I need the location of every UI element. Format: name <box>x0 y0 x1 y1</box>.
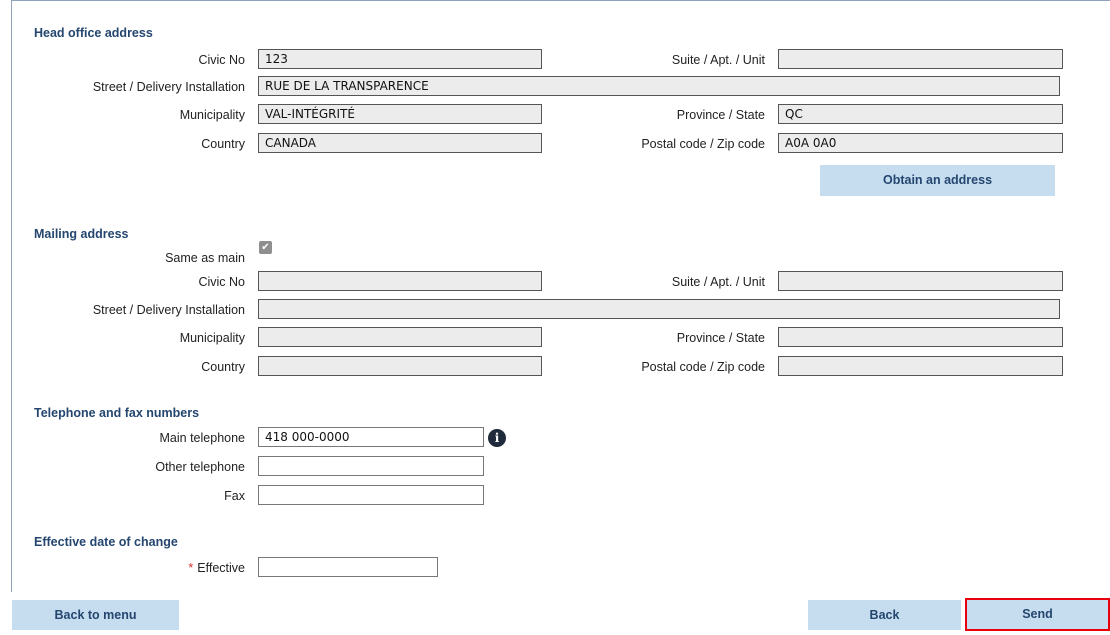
province-label: Province / State <box>676 108 765 122</box>
back-to-menu-button[interactable]: Back to menu <box>12 600 179 630</box>
postal-label: Postal code / Zip code <box>641 137 765 151</box>
effective-title: Effective date of change <box>34 535 178 549</box>
effective-label: * Effective <box>40 561 245 575</box>
effective-date-field[interactable] <box>258 557 438 577</box>
phones-title: Telephone and fax numbers <box>34 406 200 420</box>
mailing-title: Mailing address <box>34 227 129 241</box>
fax-label: Fax <box>224 489 245 503</box>
back-button[interactable]: Back <box>808 600 961 630</box>
other-telephone-field[interactable] <box>258 456 484 476</box>
other-telephone-label: Other telephone <box>155 460 245 474</box>
effective-label-text: Effective <box>197 561 245 575</box>
fax-field[interactable] <box>258 485 484 505</box>
country-field[interactable]: CANADA <box>258 133 542 153</box>
civic-label: Civic No <box>198 53 245 67</box>
main-telephone-field[interactable]: 418 000-0000 <box>258 427 484 447</box>
mailing-postal-field[interactable] <box>778 356 1063 376</box>
same-as-main-label: Same as main <box>165 251 245 265</box>
mailing-municipality-label: Municipality <box>179 331 245 345</box>
checkmark-icon: ✔ <box>261 242 270 253</box>
mailing-street-label: Street / Delivery Installation <box>92 303 245 317</box>
street-field[interactable]: RUE DE LA TRANSPARENCE <box>258 76 1060 96</box>
same-as-main-checkbox[interactable]: ✔ <box>259 241 272 254</box>
mailing-street-field[interactable] <box>258 299 1060 319</box>
mailing-country-label: Country <box>201 360 245 374</box>
province-field[interactable]: QC <box>778 104 1063 124</box>
send-button[interactable]: Send <box>965 598 1110 631</box>
mailing-civic-field[interactable] <box>258 271 542 291</box>
required-marker: * <box>188 561 194 575</box>
main-telephone-label: Main telephone <box>159 431 245 445</box>
suite-label: Suite / Apt. / Unit <box>671 53 765 67</box>
mailing-municipality-field[interactable] <box>258 327 542 347</box>
mailing-civic-label: Civic No <box>198 275 245 289</box>
municipality-label: Municipality <box>179 108 245 122</box>
postal-field[interactable]: A0A 0A0 <box>778 133 1063 153</box>
mailing-province-field[interactable] <box>778 327 1063 347</box>
info-icon[interactable]: i <box>488 429 506 447</box>
municipality-field[interactable]: VAL-INTÉGRITÉ <box>258 104 542 124</box>
mailing-province-label: Province / State <box>676 331 765 345</box>
mailing-postal-label: Postal code / Zip code <box>641 360 765 374</box>
mailing-suite-field[interactable] <box>778 271 1063 291</box>
obtain-address-button[interactable]: Obtain an address <box>820 165 1055 196</box>
mailing-country-field[interactable] <box>258 356 542 376</box>
head-office-title: Head office address <box>34 26 153 40</box>
mailing-suite-label: Suite / Apt. / Unit <box>671 275 765 289</box>
suite-field[interactable] <box>778 49 1063 69</box>
street-label: Street / Delivery Installation <box>92 80 245 94</box>
country-label: Country <box>201 137 245 151</box>
civic-field[interactable]: 123 <box>258 49 542 69</box>
